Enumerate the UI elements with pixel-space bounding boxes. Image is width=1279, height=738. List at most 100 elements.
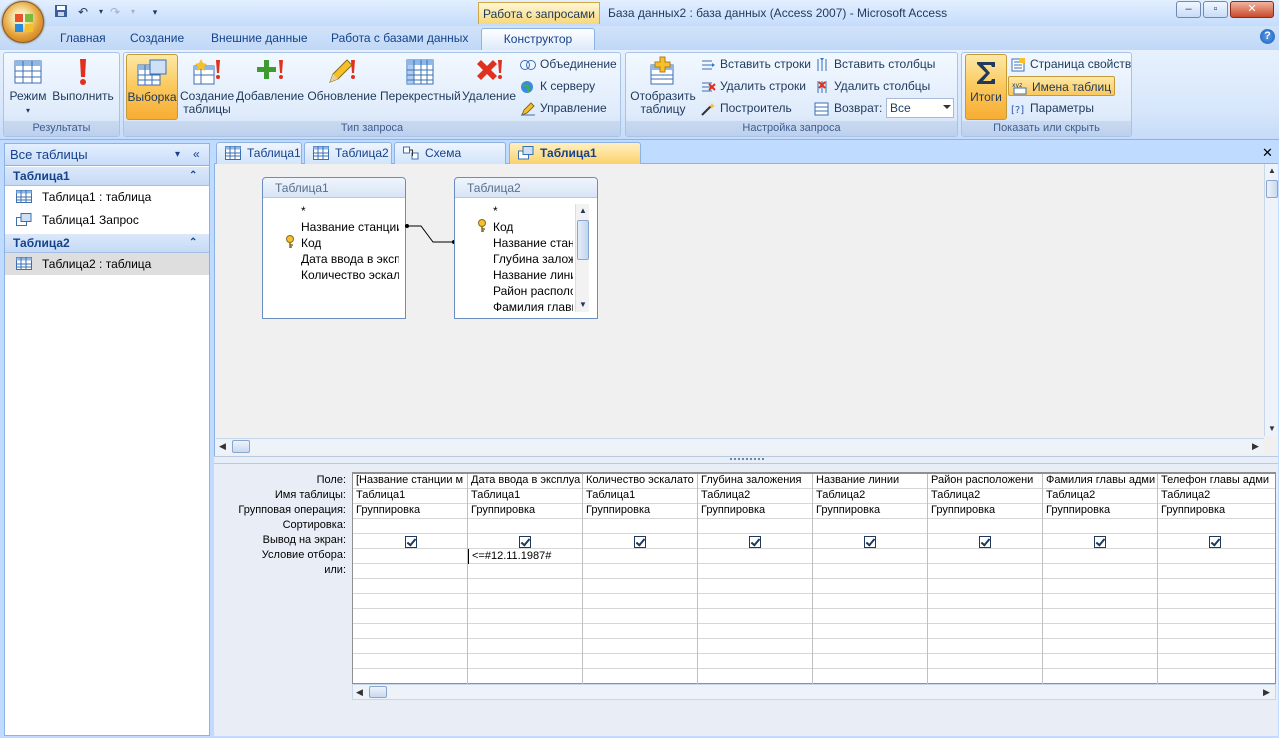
show-checkbox[interactable] [749, 536, 761, 548]
help-icon[interactable]: ? [1260, 29, 1275, 44]
grid-total-cell[interactable]: Группировка [698, 503, 812, 518]
run-button[interactable]: Выполнить [50, 54, 116, 120]
field-item[interactable]: Фамилия главы [493, 299, 573, 315]
chevron-down-icon[interactable] [943, 105, 951, 109]
nav-item-table1-query[interactable]: Таблица1 Запрос [5, 209, 209, 231]
grid-horizontal-scrollbar[interactable]: ◀ ▶ [352, 684, 1276, 700]
tab-home[interactable]: Главная [48, 28, 118, 50]
mode-button[interactable]: Режим ▾ [7, 54, 49, 120]
doc-tab-table2[interactable]: Таблица2 [304, 142, 392, 164]
make-table-button[interactable]: Создание таблицы [180, 54, 234, 120]
nav-item-table2[interactable]: Таблица2 : таблица [5, 253, 209, 275]
field-item[interactable]: Количество эскала [301, 267, 399, 283]
grid-total-cell[interactable]: Группировка [1158, 503, 1272, 518]
delete-rows-button[interactable]: Удалить строки [700, 76, 806, 96]
redo-dropdown-icon[interactable]: ▾ [124, 4, 142, 20]
delete-query-button[interactable]: Удаление [462, 54, 516, 120]
tab-external-data[interactable]: Внешние данные [199, 28, 320, 50]
field-item[interactable]: Дата ввода в экспл [301, 251, 399, 267]
undo-icon[interactable]: ↶ [74, 4, 92, 20]
show-checkbox[interactable] [864, 536, 876, 548]
upper-vertical-scrollbar[interactable]: ▲ ▼ [1264, 164, 1278, 436]
update-button[interactable]: Обновление [306, 54, 378, 120]
show-checkbox[interactable] [979, 536, 991, 548]
totals-button[interactable]: Итоги [965, 54, 1007, 120]
grid-total-cell[interactable]: Группировка [468, 503, 582, 518]
show-checkbox[interactable] [405, 536, 417, 548]
show-checkbox[interactable] [519, 536, 531, 548]
field-item[interactable]: Код [493, 219, 513, 235]
grid-total-cell[interactable]: Группировка [583, 503, 697, 518]
show-checkbox[interactable] [634, 536, 646, 548]
save-icon[interactable] [52, 4, 70, 20]
field-item[interactable]: * [301, 203, 306, 219]
close-button[interactable]: ✕ [1230, 1, 1274, 18]
table1-fieldlist[interactable]: Таблица1 * Название станции Код Дата вво… [262, 177, 406, 319]
field-item[interactable]: Район располо [493, 283, 573, 299]
append-button[interactable]: Добавление [236, 54, 304, 120]
crosstab-button[interactable]: Перекрестный [380, 54, 461, 120]
return-combobox[interactable]: Все [886, 98, 954, 118]
customize-qat-icon[interactable]: ▾ [146, 4, 164, 20]
office-button[interactable] [2, 1, 44, 43]
collapse-chevron-icon[interactable]: ⌃ [189, 167, 197, 185]
doc-tab-table1-query[interactable]: Таблица1 Запрос [509, 142, 641, 180]
property-sheet-button[interactable]: Страница свойств [1010, 54, 1131, 74]
scroll-down-icon[interactable]: ▼ [579, 300, 587, 309]
scroll-left-icon[interactable]: ◀ [219, 441, 226, 452]
field-item[interactable]: Глубина залож [493, 251, 573, 267]
fieldlist-scrollbar[interactable]: ▲ ▼ [575, 204, 589, 312]
union-button[interactable]: Объединение [520, 54, 617, 74]
join-line[interactable] [405, 220, 457, 246]
field-item[interactable]: Код [301, 235, 321, 251]
grid-table-cell[interactable]: Таблица2 [928, 488, 1042, 503]
grid-table-cell[interactable]: Таблица2 [1158, 488, 1272, 503]
upper-horizontal-scrollbar[interactable]: ◀ ▶ [216, 438, 1264, 454]
insert-columns-button[interactable]: Вставить столбцы [814, 54, 935, 74]
splitter-grip[interactable] [730, 458, 764, 461]
grid-field-cell[interactable]: Телефон главы адми [1158, 473, 1272, 488]
builder-button[interactable]: Построитель [700, 98, 792, 118]
show-checkbox[interactable] [1209, 536, 1221, 548]
grid-table-cell[interactable]: Таблица2 [1043, 488, 1157, 503]
scroll-thumb[interactable] [1266, 180, 1278, 198]
insert-rows-button[interactable]: Вставить строки [700, 54, 811, 74]
table2-fieldlist[interactable]: Таблица2 * Код Название станц Глубина за… [454, 177, 598, 319]
grid-field-cell[interactable]: Глубина заложения [698, 473, 812, 488]
grid-table-cell[interactable]: Таблица1 [353, 488, 467, 503]
doc-tab-relationships[interactable]: Схема данных [394, 142, 506, 180]
grid-field-cell[interactable]: Дата ввода в эксплуа [468, 473, 582, 488]
scroll-up-icon[interactable]: ▲ [1268, 166, 1276, 175]
scroll-left-icon[interactable]: ◀ [356, 687, 363, 698]
scroll-right-icon[interactable]: ▶ [1263, 687, 1270, 698]
grid-field-cell[interactable]: Район расположени [928, 473, 1042, 488]
grid-table-cell[interactable]: Таблица1 [468, 488, 582, 503]
grid-field-cell[interactable]: [Название станции м [353, 473, 467, 488]
collapse-chevron-icon[interactable]: ⌃ [189, 234, 197, 252]
scroll-thumb[interactable] [369, 686, 387, 698]
nav-group-header[interactable]: Таблица2 ⌃ [5, 234, 209, 253]
close-document-icon[interactable]: ✕ [1262, 145, 1273, 161]
scroll-down-icon[interactable]: ▼ [1268, 424, 1276, 433]
scroll-thumb[interactable] [232, 440, 250, 453]
select-query-button[interactable]: Выборка [126, 54, 178, 120]
tab-create[interactable]: Создание [118, 28, 196, 50]
minimize-button[interactable]: – [1176, 1, 1201, 18]
redo-icon[interactable]: ↷ [106, 4, 124, 20]
query-design-grid[interactable]: [Название станции м Таблица1 Группировка… [352, 472, 1276, 685]
field-item[interactable]: Название станции [301, 219, 399, 235]
field-item[interactable]: Название линии [493, 267, 573, 283]
nav-menu-chevron-icon[interactable]: ▾ [175, 144, 180, 165]
show-table-button[interactable]: Отобразить таблицу [629, 54, 697, 120]
delete-columns-button[interactable]: Удалить столбцы [814, 76, 930, 96]
nav-item-table1[interactable]: Таблица1 : таблица [5, 186, 209, 208]
table-names-button[interactable]: xyz Имена таблиц [1008, 76, 1116, 96]
grid-total-cell[interactable]: Группировка [1043, 503, 1157, 518]
scroll-up-icon[interactable]: ▲ [579, 206, 587, 215]
pass-through-button[interactable]: К серверу [520, 76, 595, 96]
nav-header[interactable]: Все таблицы ▾ « [5, 144, 209, 166]
grid-field-cell[interactable]: Название линии [813, 473, 927, 488]
grid-total-cell[interactable]: Группировка [928, 503, 1042, 518]
scroll-thumb[interactable] [577, 220, 589, 260]
grid-table-cell[interactable]: Таблица2 [813, 488, 927, 503]
